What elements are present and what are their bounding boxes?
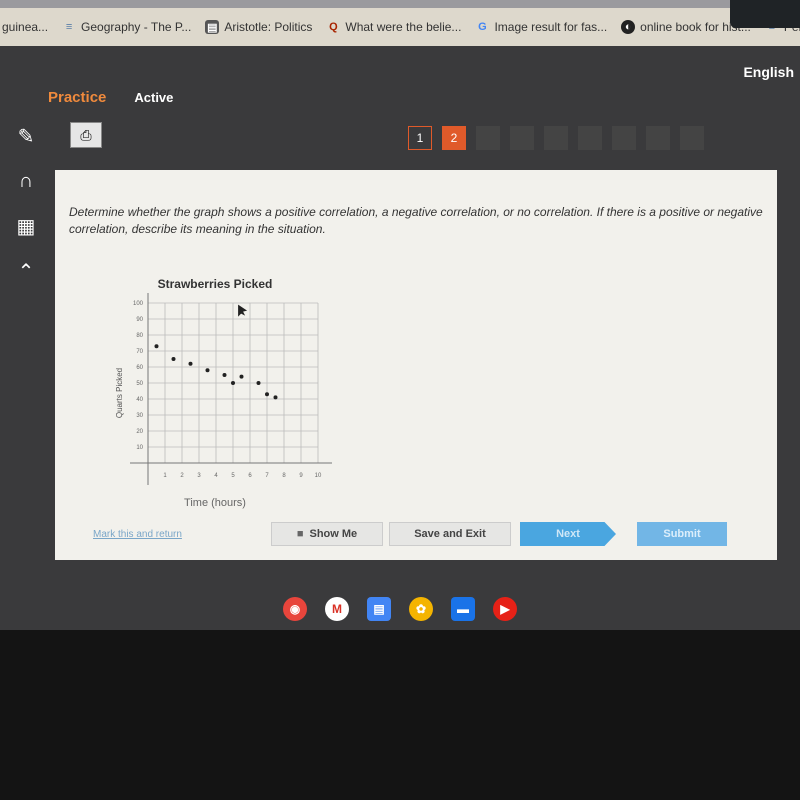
page-placeholder xyxy=(544,126,568,150)
video-icon: ■ xyxy=(296,528,304,540)
bookmark-label: Aristotle: Politics xyxy=(224,20,313,34)
y-axis-label: Quarts Picked xyxy=(115,368,124,418)
data-point xyxy=(256,381,261,385)
page-placeholder xyxy=(612,126,636,150)
data-point xyxy=(273,395,278,400)
app-area: English Practice Active ✎ ∩ ▦ ⌃ ⎙ 1 2 De… xyxy=(0,46,800,630)
x-tick-label: 3 xyxy=(197,473,201,479)
gmail-icon[interactable]: M xyxy=(325,597,349,621)
collapse-icon[interactable]: ⌃ xyxy=(8,256,44,286)
docs-icon[interactable]: ▤ xyxy=(367,597,391,621)
bookmark-label: guinea... xyxy=(2,20,49,34)
action-bar: Mark this and return ■ Show Me Save and E… xyxy=(85,522,775,548)
submit-button[interactable]: Submit xyxy=(637,522,727,546)
page-placeholder xyxy=(476,126,500,150)
x-tick-label: 8 xyxy=(282,473,286,479)
bookmark[interactable]: G Image result for fas... xyxy=(475,20,607,34)
data-point xyxy=(188,361,193,366)
tab-practice[interactable]: Practice xyxy=(48,89,106,106)
question-card: Determine whether the graph shows a posi… xyxy=(55,170,777,560)
calculator-icon[interactable]: ▦ xyxy=(8,211,44,241)
data-point xyxy=(171,357,176,361)
page-1[interactable]: 1 xyxy=(408,126,432,150)
cursor-icon xyxy=(238,304,248,317)
question-text: Determine whether the graph shows a posi… xyxy=(69,205,763,236)
google-icon: G xyxy=(478,21,487,33)
bookmark-label: Image result for fas... xyxy=(494,20,608,34)
y-tick-label: 30 xyxy=(136,413,143,419)
bookmark[interactable]: guinea... xyxy=(2,20,48,34)
show-me-button[interactable]: ■ Show Me xyxy=(271,522,383,546)
data-point xyxy=(265,392,269,397)
x-tick-label: 1 xyxy=(163,473,167,479)
x-axis-label: Time (hours) xyxy=(184,497,246,509)
x-tick-label: 2 xyxy=(180,473,184,479)
bookmark-label: Geography - The P... xyxy=(81,20,192,34)
page-placeholder xyxy=(646,126,670,150)
y-tick-label: 100 xyxy=(133,301,144,307)
y-tick-label: 90 xyxy=(136,317,143,323)
page-placeholder xyxy=(510,126,534,150)
page-placeholder xyxy=(680,126,704,150)
header-tabs: Practice Active xyxy=(48,89,173,106)
photos-icon[interactable]: ✿ xyxy=(409,597,433,621)
x-tick-label: 5 xyxy=(231,473,235,479)
mark-and-return-link[interactable]: Mark this and return xyxy=(93,522,182,546)
quora-icon: Q xyxy=(329,21,338,33)
bookmark[interactable]: ≡ Geography - The P... xyxy=(62,20,192,34)
page-nav: 1 2 xyxy=(408,126,704,150)
site-icon: ≡ xyxy=(65,21,73,33)
profile-corner[interactable] xyxy=(730,0,800,28)
taskbar: ◉ M ▤ ✿ ▬ ▶ xyxy=(0,588,800,630)
globe-icon: ◐ xyxy=(621,20,636,34)
x-tick-label: 4 xyxy=(214,473,218,479)
screen-top xyxy=(0,0,800,8)
pencil-icon[interactable]: ✎ xyxy=(8,121,44,151)
x-tick-label: 10 xyxy=(315,473,322,479)
data-point xyxy=(231,381,235,385)
x-tick-label: 9 xyxy=(299,473,303,479)
y-tick-label: 50 xyxy=(136,381,143,387)
chrome-icon[interactable]: ◉ xyxy=(283,597,307,621)
bookmark[interactable]: Q What were the belie... xyxy=(326,20,461,34)
book-icon: ▤ xyxy=(205,20,220,34)
bookmark-label: What were the belie... xyxy=(345,20,462,34)
scatter-chart: Strawberries Picked Time (hours) Quarts … xyxy=(115,277,332,509)
data-point xyxy=(205,368,210,373)
y-tick-label: 10 xyxy=(136,445,143,451)
page-2[interactable]: 2 xyxy=(442,126,466,150)
y-tick-label: 40 xyxy=(136,397,143,403)
youtube-icon[interactable]: ▶ xyxy=(493,597,517,621)
x-tick-label: 6 xyxy=(248,473,252,479)
y-tick-label: 20 xyxy=(136,429,143,435)
tab-active[interactable]: Active xyxy=(134,90,173,105)
x-tick-label: 7 xyxy=(265,473,269,479)
data-point xyxy=(222,373,227,377)
show-me-label: Show Me xyxy=(309,528,358,540)
toolbar: ✎ ∩ ▦ ⌃ xyxy=(8,121,48,301)
next-button[interactable]: Next xyxy=(520,522,616,546)
y-tick-label: 60 xyxy=(136,365,143,371)
y-tick-label: 80 xyxy=(136,333,143,339)
bookmarks-bar: guinea... ≡ Geography - The P... ▤ Aristot… xyxy=(0,8,800,46)
language-selector[interactable]: English xyxy=(743,64,794,80)
data-point xyxy=(239,374,244,379)
headphones-icon[interactable]: ∩ xyxy=(8,166,44,196)
files-icon[interactable]: ▬ xyxy=(451,597,475,621)
y-tick-label: 70 xyxy=(136,349,143,355)
save-and-exit-button[interactable]: Save and Exit xyxy=(389,522,511,546)
bookmark[interactable]: ▤ Aristotle: Politics xyxy=(205,20,312,34)
printer-icon: ⎙ xyxy=(80,126,92,143)
print-button[interactable]: ⎙ xyxy=(70,122,102,148)
monitor-bezel xyxy=(0,630,800,800)
chart-title: Strawberries Picked xyxy=(158,277,273,291)
page-placeholder xyxy=(578,126,602,150)
data-point xyxy=(154,344,159,349)
